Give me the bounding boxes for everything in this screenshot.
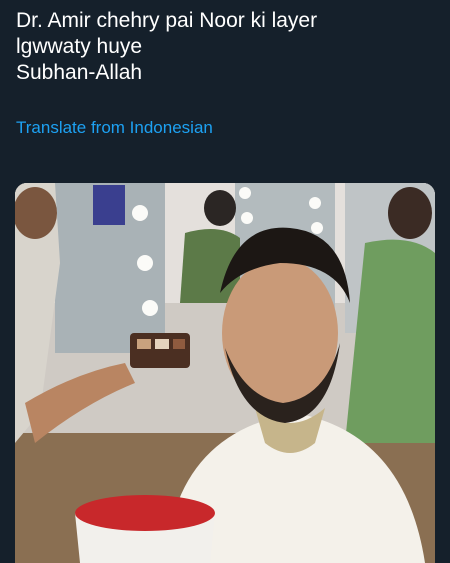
makeup-palette (130, 333, 190, 368)
palette-color (173, 339, 185, 349)
bulb (241, 212, 253, 224)
tweet-photo[interactable] (15, 183, 435, 563)
bulb (132, 205, 148, 221)
tweet-text-line-3: Subhan-Allah (16, 61, 143, 84)
reflection-head (204, 190, 236, 226)
woman-head (388, 187, 432, 239)
palette-color (137, 339, 151, 349)
artist-head (15, 187, 57, 239)
bulb (142, 300, 158, 316)
tweet-text: Dr. Amir chehry pai Noor ki layer lgwwat… (16, 8, 436, 86)
bulb (137, 255, 153, 271)
tweet-text-line-1: Dr. Amir chehry pai Noor ki layer (16, 9, 318, 32)
palette-color (155, 339, 169, 349)
bulb (309, 197, 321, 209)
bulb (311, 222, 323, 234)
monitor (93, 185, 125, 225)
tweet-text-line-2: lgwwaty huye (16, 35, 143, 58)
translate-link[interactable]: Translate from Indonesian (16, 118, 213, 138)
bulb (239, 187, 251, 199)
mug-rim (75, 495, 215, 531)
photo-illustration (15, 183, 435, 563)
